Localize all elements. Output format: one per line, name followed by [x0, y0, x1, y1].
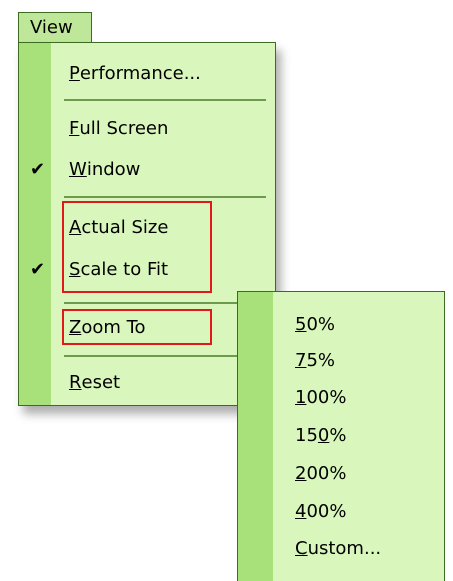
custom-label: ustom...: [307, 537, 382, 559]
zoom-100-mnemonic: 1: [295, 386, 307, 408]
full-screen-label: ull Screen: [79, 117, 169, 139]
window-label: indow: [86, 158, 141, 180]
menu-item-window[interactable]: Window: [69, 151, 140, 187]
menu-separator: [64, 302, 266, 304]
reset-label: eset: [81, 371, 121, 393]
full-screen-mnemonic: F: [69, 117, 80, 139]
zoom-150-prefix: 15: [295, 424, 318, 446]
actual-size-scale-highlight-box: [62, 201, 212, 293]
menu-item-reset[interactable]: Reset: [69, 364, 120, 400]
view-menu-button[interactable]: View: [18, 12, 92, 42]
zoom-75-label: 5%: [306, 349, 336, 371]
zoom-50-mnemonic: 5: [295, 313, 307, 335]
zoom-option-50[interactable]: 5 0%: [295, 306, 335, 342]
menu-separator: [64, 99, 266, 101]
zoom-option-150[interactable]: 15 0%: [295, 417, 346, 453]
performance-mnemonic: P: [69, 62, 80, 84]
submenu-gutter: [238, 292, 273, 581]
zoom-to-submenu: 5 0% 7 5% 1 00% 15 0% 2 00% 4 00% Custom...: [237, 291, 445, 581]
zoom-option-75[interactable]: 7 5%: [295, 342, 335, 378]
custom-mnemonic: C: [295, 537, 308, 559]
zoom-to-highlight-box: [62, 309, 212, 345]
reset-mnemonic: R: [69, 371, 82, 393]
window-check-icon: ✔: [30, 159, 46, 180]
zoom-option-400[interactable]: 4 00%: [295, 493, 346, 529]
zoom-400-mnemonic: 4: [295, 500, 307, 522]
zoom-option-100[interactable]: 1 00%: [295, 379, 346, 415]
menu-item-full-screen[interactable]: Full Screen: [69, 110, 168, 146]
zoom-150-mnemonic: 0: [317, 424, 330, 446]
menu-separator: [64, 196, 266, 198]
window-mnemonic: W: [69, 158, 87, 180]
zoom-200-label: 00%: [306, 462, 347, 484]
zoom-150-suffix: %: [329, 424, 347, 446]
zoom-75-mnemonic: 7: [295, 349, 307, 371]
main-menu-gutter: [19, 43, 51, 405]
zoom-200-mnemonic: 2: [295, 462, 307, 484]
performance-label: erformance...: [79, 62, 201, 84]
view-menu-label: View: [30, 17, 73, 38]
zoom-400-label: 00%: [306, 500, 347, 522]
zoom-100-label: 00%: [306, 386, 347, 408]
scale-to-fit-check-icon: ✔: [30, 259, 46, 280]
menu-item-performance[interactable]: Performance...: [69, 55, 201, 91]
zoom-option-custom[interactable]: Custom...: [295, 530, 381, 566]
menu-separator: [64, 355, 266, 357]
zoom-option-200[interactable]: 2 00%: [295, 455, 346, 491]
zoom-50-label: 0%: [306, 313, 336, 335]
